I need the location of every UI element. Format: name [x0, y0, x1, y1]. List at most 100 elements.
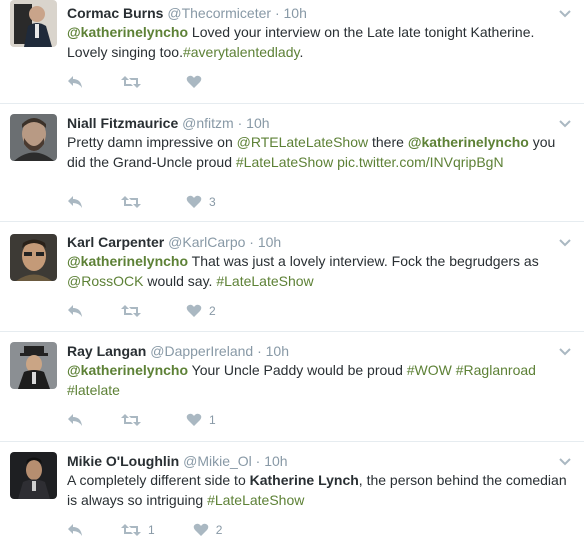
like-button[interactable]: 3 — [186, 195, 216, 209]
chevron-down-icon[interactable] — [558, 344, 572, 356]
retweet-button[interactable]: 1 — [121, 523, 155, 537]
like-button[interactable]: 1 — [186, 413, 216, 427]
tweet: Karl Carpenter @KarlCarpo · 10h @katheri… — [0, 222, 584, 332]
tweet-actions: 2 — [67, 303, 254, 319]
tweet-link[interactable]: #Raglanroad — [456, 362, 536, 378]
tweet: Cormac Burns @Thecormiceter · 10h @kathe… — [0, 0, 584, 104]
mention-link[interactable]: @katherinelyncho — [67, 253, 188, 269]
separator-dot: · — [249, 234, 254, 250]
tweet-link[interactable]: #averytalentedlady — [183, 44, 299, 60]
retweet-icon — [121, 414, 141, 426]
reply-icon — [68, 524, 82, 536]
retweet-button[interactable] — [121, 304, 148, 318]
like-button[interactable]: 2 — [186, 304, 216, 318]
reply-icon — [68, 196, 82, 208]
tweet-header: Mikie O'Loughlin @Mikie_Ol · 10h — [67, 452, 288, 470]
heart-icon — [186, 413, 202, 426]
like-count: 2 — [209, 304, 216, 318]
tweet-link[interactable]: pic.twitter.com/INVqripBgN — [337, 154, 504, 170]
tweet-text: A completely different side to Katherine… — [67, 470, 567, 510]
tweet-header: Niall Fitzmaurice @nfitzm · 10h — [67, 114, 270, 132]
tweet-timestamp[interactable]: 10h — [246, 115, 269, 131]
chevron-down-icon[interactable] — [558, 116, 572, 128]
user-fullname[interactable]: Karl Carpenter — [67, 234, 164, 250]
tweet-actions: 1 2 — [67, 522, 260, 538]
user-handle[interactable]: @KarlCarpo — [168, 234, 245, 250]
tweet: Mikie O'Loughlin @Mikie_Ol · 10h A compl… — [0, 442, 584, 552]
avatar[interactable] — [10, 452, 57, 499]
reply-button[interactable] — [67, 523, 83, 537]
user-fullname[interactable]: Ray Langan — [67, 343, 146, 359]
avatar[interactable] — [10, 234, 57, 281]
user-fullname[interactable]: Mikie O'Loughlin — [67, 453, 179, 469]
chevron-down-icon[interactable] — [558, 454, 572, 466]
retweet-icon — [121, 524, 141, 536]
retweet-button[interactable] — [121, 413, 148, 427]
tweet-header: Ray Langan @DapperIreland · 10h — [67, 342, 289, 360]
tweet-text-segment: there — [368, 134, 408, 150]
separator-dot: · — [257, 343, 262, 359]
tweet-link[interactable]: #LateLateShow — [236, 154, 333, 170]
separator-dot: · — [255, 453, 261, 469]
reply-icon — [68, 414, 82, 426]
like-count: 3 — [209, 195, 216, 209]
separator-dot: · — [274, 5, 280, 21]
tweet-link[interactable]: #latelate — [67, 382, 120, 398]
tweet-timestamp[interactable]: 10h — [258, 234, 281, 250]
mention-link[interactable]: @katherinelyncho — [67, 362, 188, 378]
chevron-down-icon[interactable] — [558, 235, 572, 247]
tweet-timestamp[interactable]: 10h — [264, 453, 287, 469]
tweet-timestamp[interactable]: 10h — [284, 5, 307, 21]
tweet-text: @katherinelyncho Loved your interview on… — [67, 22, 567, 62]
avatar[interactable] — [10, 114, 57, 161]
tweet-link[interactable]: #WOW — [407, 362, 452, 378]
retweet-button[interactable] — [121, 195, 148, 209]
reply-button[interactable] — [67, 75, 83, 89]
user-handle[interactable]: @Thecormiceter — [167, 5, 271, 21]
tweet-text-segment: A completely different side to — [67, 472, 250, 488]
retweet-button[interactable] — [121, 75, 148, 89]
user-handle[interactable]: @DapperIreland — [150, 343, 253, 359]
tweet-text: @katherinelyncho Your Uncle Paddy would … — [67, 360, 567, 400]
tweet-text-segment: Your Uncle Paddy would be proud — [188, 362, 407, 378]
tweet-actions: 3 — [67, 194, 254, 210]
mention-link[interactable]: @katherinelyncho — [67, 24, 188, 40]
avatar[interactable] — [10, 342, 57, 389]
reply-button[interactable] — [67, 195, 83, 209]
user-handle[interactable]: @nfitzm — [182, 115, 234, 131]
reply-button[interactable] — [67, 304, 83, 318]
tweet-text-segment: . — [299, 44, 304, 60]
like-button[interactable] — [186, 75, 209, 89]
reply-icon — [68, 76, 82, 88]
tweet-link[interactable]: #LateLateShow — [207, 492, 304, 508]
user-fullname[interactable]: Cormac Burns — [67, 5, 163, 21]
tweet-link[interactable]: @RossOCK — [67, 273, 143, 289]
bold-text: Katherine Lynch — [249, 472, 359, 488]
tweet-text: @katherinelyncho That was just a lovely … — [67, 251, 567, 291]
tweet-link[interactable]: #LateLateShow — [216, 273, 313, 289]
tweet-timestamp[interactable]: 10h — [266, 343, 289, 359]
tweet-actions — [67, 74, 247, 90]
like-count: 1 — [209, 413, 216, 427]
tweet-header: Cormac Burns @Thecormiceter · 10h — [67, 4, 307, 22]
tweet-link[interactable]: @RTELateLateShow — [237, 134, 368, 150]
heart-icon — [193, 523, 208, 536]
avatar[interactable] — [10, 0, 57, 47]
retweet-count: 1 — [148, 523, 155, 537]
tweet-feed: Cormac Burns @Thecormiceter · 10h @kathe… — [0, 0, 584, 544]
like-button[interactable]: 2 — [193, 523, 223, 537]
user-fullname[interactable]: Niall Fitzmaurice — [67, 115, 178, 131]
mention-link[interactable]: @katherinelyncho — [408, 134, 529, 150]
retweet-icon — [121, 196, 141, 208]
reply-button[interactable] — [67, 413, 83, 427]
retweet-icon — [121, 76, 141, 88]
reply-icon — [68, 305, 82, 317]
tweet-actions: 1 — [67, 412, 254, 428]
user-handle[interactable]: @Mikie_Ol — [183, 453, 252, 469]
tweet-text-segment: Pretty damn impressive on — [67, 134, 237, 150]
retweet-icon — [121, 305, 141, 317]
heart-icon — [186, 304, 202, 317]
chevron-down-icon[interactable] — [558, 6, 572, 18]
separator-dot: · — [237, 115, 243, 131]
like-count: 2 — [215, 523, 223, 537]
